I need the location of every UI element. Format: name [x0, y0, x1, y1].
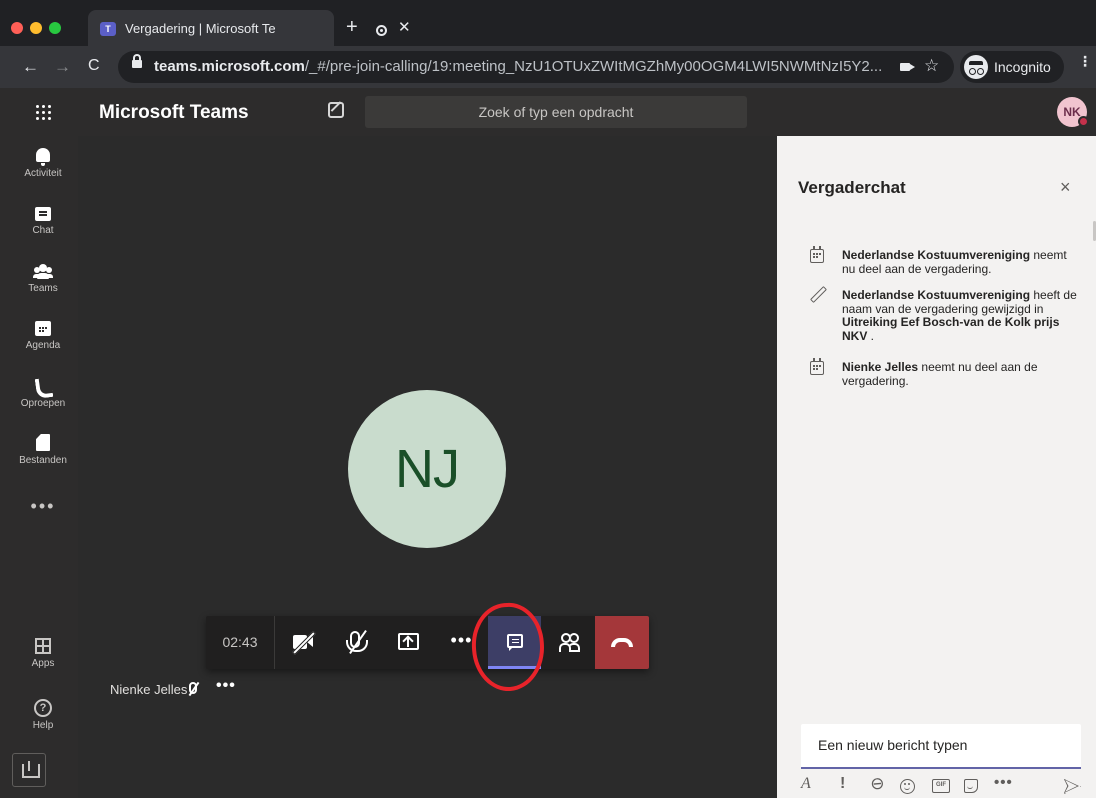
search-box[interactable]: Zoek of typ een opdracht [365, 96, 747, 128]
participant-muted-icon [189, 682, 197, 694]
app-launcher-icon[interactable] [36, 105, 52, 121]
browser-tab-active[interactable]: T Vergadering | Microsoft Teams ✕ [88, 10, 411, 46]
rail-item-apps[interactable]: Apps [0, 638, 86, 669]
presence-busy-icon [1078, 116, 1089, 127]
file-icon [36, 434, 50, 451]
forward-button[interactable]: → [54, 57, 71, 77]
rail-item-bestanden[interactable]: Bestanden [0, 434, 86, 466]
new-chat-compose-icon[interactable] [328, 102, 344, 118]
rail-label: Oproepen [20, 398, 66, 409]
bookmark-star-icon[interactable]: ☆ [924, 56, 939, 76]
incognito-badge[interactable]: Incognito [960, 51, 1064, 83]
chat-icon [35, 207, 51, 221]
rail-label: Agenda [25, 340, 61, 351]
back-button[interactable]: ← [22, 57, 39, 77]
video-off-icon [293, 635, 313, 649]
teams-favicon-icon: T [100, 22, 116, 36]
calendar-join-icon [810, 358, 824, 375]
chat-panel-title: Vergaderchat [798, 178, 906, 197]
apps-icon [35, 638, 51, 654]
chat-event-message: Nienke Jelles neemt nu deel aan de verga… [842, 360, 1038, 388]
gif-icon[interactable]: GIF [932, 779, 950, 793]
call-timer: 02:43 [206, 616, 275, 669]
rail-label: Bestanden [19, 455, 67, 466]
phone-icon [35, 378, 51, 394]
search-placeholder: Zoek of typ een opdracht [478, 104, 634, 120]
tab-title: Vergadering | Microsoft Teams [125, 21, 275, 36]
important-icon[interactable]: ! [840, 775, 845, 793]
rail-label: Chat [32, 225, 54, 236]
participant-more-icon[interactable]: ••• [216, 677, 236, 695]
rail-item-oproepen[interactable]: Oproepen [0, 378, 86, 409]
url-text[interactable]: teams.microsoft.com/_#/pre-join-calling/… [154, 58, 899, 75]
browser-tab-strip: T Vergadering | Microsoft Teams ✕ + [0, 0, 1096, 46]
rail-item-activiteit[interactable]: Activiteit [0, 148, 86, 179]
calendar-icon [35, 321, 51, 336]
calendar-join-icon [810, 246, 824, 263]
reload-button[interactable]: C [88, 57, 100, 75]
share-screen-button[interactable] [382, 616, 435, 669]
teams-header: Microsoft Teams Zoek of typ een opdracht… [0, 88, 1096, 136]
rail-label: Teams [28, 283, 58, 294]
format-icon[interactable]: A [801, 775, 811, 793]
lock-icon [132, 54, 142, 68]
bell-icon [36, 148, 50, 166]
sticker-icon[interactable] [964, 779, 978, 793]
app-bar: Activiteit Chat Teams Agenda Oproepen Be… [0, 136, 78, 798]
pencil-icon [810, 286, 824, 300]
browser-menu-icon[interactable]: ⋮ [1078, 54, 1092, 68]
window-maximize-button[interactable] [49, 22, 61, 34]
participant-name-tag: Nienke Jelles [110, 682, 188, 697]
meeting-chat-panel: Vergaderchat × Nederlandse Kostuumvereni… [777, 136, 1096, 798]
recording-indicator-icon [376, 25, 387, 36]
help-icon: ? [34, 699, 52, 717]
incognito-icon [964, 55, 988, 79]
emoji-icon[interactable] [900, 779, 915, 794]
close-panel-icon[interactable]: × [1060, 177, 1071, 198]
rail-item-help[interactable]: ? Help [0, 699, 86, 731]
rail-more-icon[interactable]: ••• [0, 496, 86, 517]
microphone-muted-button[interactable] [329, 616, 382, 669]
camera-in-use-icon[interactable] [900, 63, 915, 71]
message-input[interactable] [818, 737, 1068, 753]
call-controls-bar: 02:43 ••• [206, 616, 649, 669]
attach-icon[interactable]: ⊘ [865, 772, 889, 796]
hang-up-icon [611, 638, 633, 647]
chat-event-message: Nederlandse Kostuumvereniging heeft de n… [842, 288, 1077, 343]
chat-event-message: Nederlandse Kostuumvereniging neemt nu d… [842, 248, 1067, 276]
incognito-label: Incognito [994, 59, 1051, 75]
more-options-icon[interactable]: ••• [994, 774, 1013, 791]
rail-item-teams[interactable]: Teams [0, 264, 86, 294]
participant-avatar: NJ [348, 390, 506, 548]
window-minimize-button[interactable] [30, 22, 42, 34]
download-desktop-app-icon[interactable] [12, 753, 46, 787]
tab-close-icon[interactable]: ✕ [398, 18, 411, 36]
mic-off-icon [346, 631, 368, 652]
compose-toolbar: A ! ⊘ GIF ••• [801, 772, 1081, 798]
new-tab-button[interactable]: + [346, 17, 358, 37]
teams-icon [34, 264, 52, 279]
app-title: Microsoft Teams [99, 102, 249, 123]
browser-toolbar: ← → C teams.microsoft.com/_#/pre-join-ca… [0, 46, 1096, 88]
window-close-button[interactable] [11, 22, 23, 34]
rail-item-agenda[interactable]: Agenda [0, 321, 86, 351]
rail-label: Activiteit [24, 168, 62, 179]
message-composer[interactable] [801, 724, 1081, 769]
share-tray-icon [398, 633, 419, 650]
camera-off-button[interactable] [276, 616, 329, 669]
meeting-stage: NJ 02:43 ••• Nienke Jelles ••• [78, 136, 777, 798]
hang-up-button[interactable] [595, 616, 649, 669]
participants-icon [559, 633, 579, 652]
rail-label: Apps [31, 658, 55, 669]
rail-item-chat[interactable]: Chat [0, 207, 86, 236]
rail-label: Help [32, 720, 54, 731]
red-circle-annotation [469, 600, 547, 694]
address-bar[interactable]: teams.microsoft.com/_#/pre-join-calling/… [118, 51, 954, 83]
show-participants-button[interactable] [541, 616, 594, 669]
